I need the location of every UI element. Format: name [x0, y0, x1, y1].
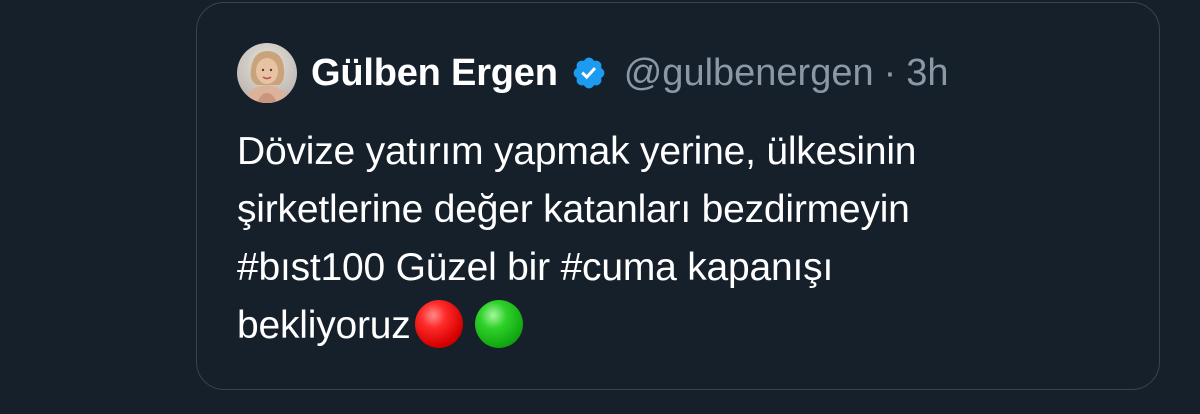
- tweet-text-line-1: Dövize yatırım yapmak yerine, ülkesinin: [237, 130, 917, 173]
- avatar-photo-icon: [237, 43, 297, 103]
- tweet-timestamp[interactable]: 3h: [906, 52, 948, 95]
- red-circle-emoji-icon: [414, 300, 463, 348]
- tweet-text: Dövize yatırım yapmak yerine, ülkesinin …: [237, 123, 1117, 355]
- tweet-header: Gülben Ergen @gulbenergen · 3h: [237, 41, 949, 105]
- author-display-name[interactable]: Gülben Ergen: [311, 52, 558, 95]
- tweet-text-segment: Güzel bir: [385, 246, 561, 289]
- tweet-text-line-3: #bıst100 Güzel bir #cuma kapanışı: [237, 239, 1117, 297]
- quoted-tweet-card[interactable]: Gülben Ergen @gulbenergen · 3h Dövize ya…: [196, 2, 1160, 390]
- verified-badge-icon: [570, 54, 608, 92]
- tweet-text-line-4: bekliyoruz: [237, 297, 1117, 355]
- hashtag-bist100[interactable]: #bıst100: [237, 246, 385, 289]
- tweet-text-segment: bekliyoruz: [237, 304, 411, 347]
- timeline-background: Gülben Ergen @gulbenergen · 3h Dövize ya…: [0, 0, 1200, 414]
- avatar[interactable]: [237, 43, 297, 103]
- green-circle-emoji-icon: [474, 300, 523, 348]
- tweet-text-line-2: şirketlerine değer katanları bezdirmeyin: [237, 188, 910, 231]
- hashtag-cuma[interactable]: #cuma: [561, 246, 677, 289]
- separator-dot: ·: [883, 51, 897, 94]
- author-handle[interactable]: @gulbenergen: [624, 52, 874, 95]
- tweet-text-segment: kapanışı: [676, 246, 834, 289]
